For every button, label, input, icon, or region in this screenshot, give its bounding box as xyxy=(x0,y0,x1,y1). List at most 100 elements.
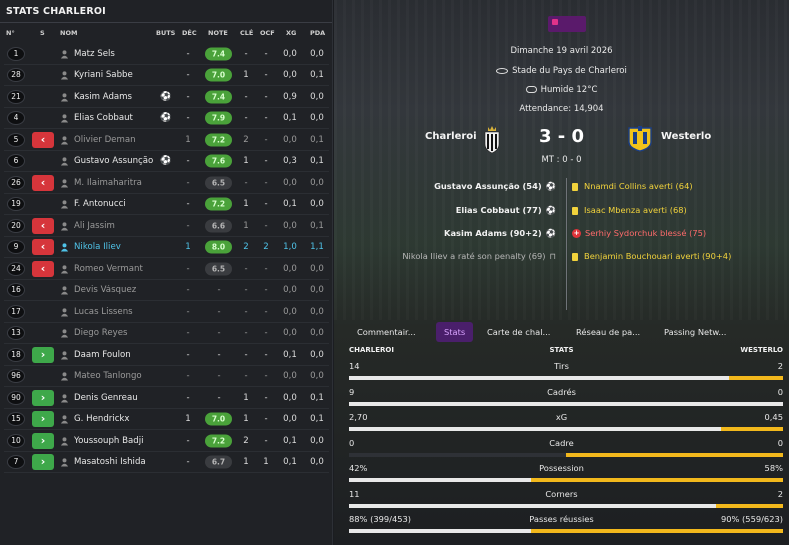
player-name[interactable]: Diego Reyes xyxy=(74,328,156,338)
player-name[interactable]: Olivier Deman xyxy=(74,135,156,145)
sub-out-icon[interactable]: ‹ xyxy=(32,174,54,191)
person-icon xyxy=(60,200,69,209)
sub-in-icon[interactable]: › xyxy=(32,432,54,449)
player-row[interactable]: 13 Diego Reyes - - - - 0,0 0,0 xyxy=(0,323,333,345)
away-team-name[interactable]: Westerlo xyxy=(661,131,711,142)
stat-pda: 0,1 xyxy=(310,70,324,81)
player-name[interactable]: Daam Foulon xyxy=(74,350,156,360)
stat-dec: - xyxy=(186,48,190,59)
stat-row: 14 Tirs 2 xyxy=(334,359,789,384)
col-cle[interactable]: CLÉ xyxy=(240,29,253,37)
player-name[interactable]: G. Hendrickx xyxy=(74,414,156,424)
player-name[interactable]: Gustavo Assunção xyxy=(74,156,156,166)
player-row[interactable]: 24 ‹ Romeo Vermant - 6.5 - - 0,0 0,0 xyxy=(0,258,333,280)
sub-out-icon[interactable]: ‹ xyxy=(32,260,54,277)
event-text: Serhiy Sydorchuk blessé (75) xyxy=(585,228,707,238)
sub-out-icon[interactable]: ‹ xyxy=(32,239,54,256)
stat-dec: - xyxy=(186,371,190,382)
player-row[interactable]: 21 Kasim Adams ⚽ - 7.4 - - 0,9 0,0 xyxy=(0,86,333,108)
sub-out-icon[interactable]: ‹ xyxy=(32,131,54,148)
stat-pda: 0,0 xyxy=(310,263,324,274)
player-row[interactable]: 5 ‹ Olivier Deman 1 7.2 2 - 0,0 0,1 xyxy=(0,129,333,151)
col-name[interactable]: NOM xyxy=(60,29,77,37)
player-row[interactable]: 6 Gustavo Assunção ⚽ - 7.6 1 - 0,3 0,1 xyxy=(0,151,333,173)
player-name[interactable]: Elias Cobbaut xyxy=(74,113,156,123)
player-row[interactable]: 9 ‹ Nikola Iliev 1 8.0 2 2 1,0 1,1 xyxy=(0,237,333,259)
home-event[interactable]: Nikola Iliev a raté son penalty (69) ⊓ xyxy=(402,251,556,261)
player-row[interactable]: 20 ‹ Ali Jassim - 6.6 1 - 0,0 0,1 xyxy=(0,215,333,237)
player-name[interactable]: Romeo Vermant xyxy=(74,264,156,274)
sub-out-icon[interactable]: ‹ xyxy=(32,217,54,234)
player-name[interactable]: Youssouph Badji xyxy=(74,436,156,446)
player-row[interactable]: 1 Matz Sels - 7.4 - - 0,0 0,0 xyxy=(0,43,333,65)
player-row[interactable]: 15 › G. Hendrickx 1 7.0 1 - 0,0 0,1 xyxy=(0,409,333,431)
col-s[interactable]: S xyxy=(40,29,45,37)
col-num[interactable]: N° xyxy=(6,29,15,37)
player-name[interactable]: Ali Jassim xyxy=(74,221,156,231)
stat-label: Cadrés xyxy=(547,386,576,397)
away-stat-bar xyxy=(729,376,783,380)
tab-réseau-de-pa[interactable]: Réseau de pa... xyxy=(576,322,640,342)
away-stat-bar xyxy=(716,503,783,508)
match-panel: Dimanche 19 avril 2026 Stade du Pays de … xyxy=(334,0,789,545)
stat-away-value: 0 xyxy=(777,437,783,448)
away-event[interactable]: Isaac Mbenza averti (68) xyxy=(572,205,687,215)
stat-xg: 0,0 xyxy=(283,306,297,317)
stat-cle: 1 xyxy=(243,70,249,81)
player-row[interactable]: 19 F. Antonucci - 7.2 1 - 0,1 0,0 xyxy=(0,194,333,216)
col-xg[interactable]: XG xyxy=(286,29,296,37)
home-event[interactable]: Kasim Adams (90+2) ⚽ xyxy=(444,228,556,239)
league-logo xyxy=(548,16,586,32)
person-icon xyxy=(60,437,69,446)
sub-in-icon[interactable]: › xyxy=(32,389,54,406)
player-row[interactable]: 17 Lucas Lissens - - - - 0,0 0,0 xyxy=(0,301,333,323)
player-name[interactable]: Devis Vásquez xyxy=(74,285,156,295)
tab-carte-de-chal[interactable]: Carte de chal... xyxy=(487,322,550,342)
stat-pda: 0,0 xyxy=(310,91,324,102)
away-event[interactable]: Benjamin Bouchouari averti (90+4) xyxy=(572,251,731,261)
col-ocf[interactable]: OCF xyxy=(260,29,275,37)
player-name[interactable]: M. Ilaimaharitra xyxy=(74,178,156,188)
player-name[interactable]: Mateo Tanlongo xyxy=(74,371,156,381)
player-row[interactable]: 10 › Youssouph Badji - 7.2 2 - 0,1 0,0 xyxy=(0,430,333,452)
col-note[interactable]: NOTE xyxy=(208,29,228,37)
event-text: Nikola Iliev a raté son penalty (69) xyxy=(402,251,546,261)
player-row[interactable]: 90 › Denis Genreau - - 1 - 0,0 0,1 xyxy=(0,387,333,409)
player-row[interactable]: 26 ‹ M. Ilaimaharitra - 6.5 - - 0,0 0,0 xyxy=(0,172,333,194)
tab-commentair[interactable]: Commentair... xyxy=(357,322,416,342)
player-name[interactable]: Matz Sels xyxy=(74,49,156,59)
player-name[interactable]: Kyriani Sabbe xyxy=(74,70,156,80)
player-row[interactable]: 18 › Daam Foulon - - - - 0,1 0,0 xyxy=(0,344,333,366)
col-pda[interactable]: PDA xyxy=(310,29,325,37)
player-name[interactable]: Denis Genreau xyxy=(74,393,156,403)
sub-in-icon[interactable]: › xyxy=(32,411,54,428)
home-event[interactable]: Elias Cobbaut (77) ⚽ xyxy=(456,205,556,216)
stat-cle: - xyxy=(244,285,248,296)
stat-cle: - xyxy=(244,328,248,339)
player-name[interactable]: F. Antonucci xyxy=(74,199,156,209)
table-header: N° S NOM BUTS DÉC NOTE CLÉ OCF XG PDA xyxy=(0,23,332,41)
rating-badge: 7.2 xyxy=(205,434,232,448)
player-row[interactable]: 4 Elias Cobbaut ⚽ - 7.9 - - 0,1 0,0 xyxy=(0,108,333,130)
away-event[interactable]: + Serhiy Sydorchuk blessé (75) xyxy=(572,228,706,238)
col-dec[interactable]: DÉC xyxy=(182,29,197,37)
tab-passing-netw[interactable]: Passing Netw... xyxy=(664,322,726,342)
sub-in-icon[interactable]: › xyxy=(32,346,54,363)
player-name[interactable]: Masatoshi Ishida xyxy=(74,457,156,467)
tab-bar: Commentair... Stats Carte de chal... Réseau… xyxy=(344,322,789,342)
player-row[interactable]: 16 Devis Vásquez - - - - 0,0 0,0 xyxy=(0,280,333,302)
player-row[interactable]: 7 › Masatoshi Ishida - 6.7 1 1 0,1 0,0 xyxy=(0,452,333,474)
rating-badge: 6.7 xyxy=(205,455,232,469)
tab-stats[interactable]: Stats xyxy=(436,322,474,342)
stat-label: Tirs xyxy=(554,361,569,371)
westerlo-crest-icon[interactable] xyxy=(627,124,653,152)
player-row[interactable]: 96 Mateo Tanlongo - - - - 0,0 0,0 xyxy=(0,366,333,388)
away-event[interactable]: Nnamdi Collins averti (64) xyxy=(572,181,693,191)
home-event[interactable]: Gustavo Assunção (54) ⚽ xyxy=(434,181,556,192)
player-name[interactable]: Kasim Adams xyxy=(74,92,156,102)
player-row[interactable]: 28 Kyriani Sabbe - 7.0 1 - 0,0 0,1 xyxy=(0,65,333,87)
sub-in-icon[interactable]: › xyxy=(32,454,54,471)
player-name[interactable]: Nikola Iliev xyxy=(74,242,156,252)
player-name[interactable]: Lucas Lissens xyxy=(74,307,156,317)
col-buts[interactable]: BUTS xyxy=(156,29,175,37)
